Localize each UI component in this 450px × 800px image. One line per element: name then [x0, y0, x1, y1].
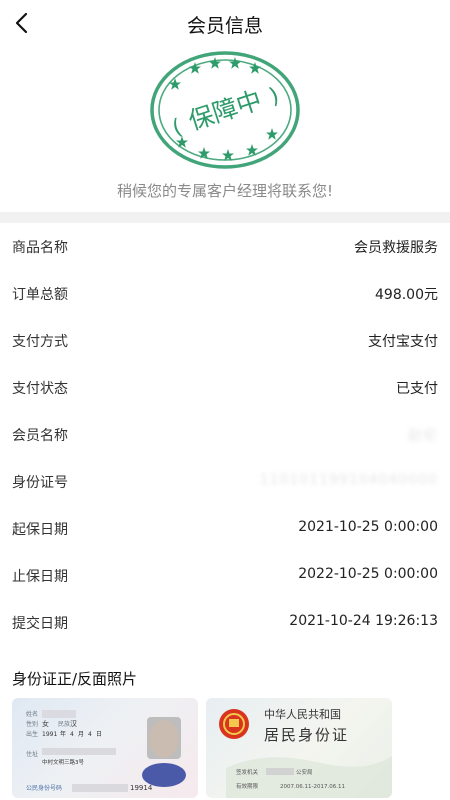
detail-row-end-date: 止保日期 2022-10-25 0:00:00	[0, 552, 450, 599]
svg-text:19914: 19914	[130, 784, 153, 792]
stamp-text: 保障中	[185, 85, 265, 136]
detail-row-payment-method: 支付方式 支付宝支付	[0, 317, 450, 364]
id-card-front-photo[interactable]: 姓名 性别 出生 住址 民族 公民身份号码 女 汉 1991 年 4 月 4 日…	[12, 698, 198, 798]
detail-value: 2021-10-24 19:26:13	[289, 613, 438, 629]
svg-text:1991: 1991	[42, 731, 57, 738]
svg-text:性别: 性别	[26, 720, 38, 728]
svg-text:(: (	[169, 115, 185, 141]
detail-row-start-date: 起保日期 2021-10-25 0:00:00	[0, 505, 450, 552]
svg-text:日: 日	[96, 731, 102, 738]
guarantee-stamp: 保障中 ( )	[148, 48, 302, 172]
detail-value: 2021-10-25 0:00:00	[298, 519, 438, 535]
page-title: 会员信息	[186, 15, 263, 37]
svg-text:汉: 汉	[70, 720, 77, 728]
detail-label: 支付状态	[12, 381, 68, 397]
detail-label: 身份证号	[12, 475, 68, 491]
detail-row-id-number: 身份证号 110101199104040000	[0, 458, 450, 505]
id-card-back-photo[interactable]: 中华人民共和国 居民身份证 签发机关 公安局 有效期限 2007.06.11-2…	[206, 698, 392, 798]
detail-label: 订单总额	[12, 287, 68, 303]
detail-row-total: 订单总额 498.00元	[0, 270, 450, 317]
detail-value: 已支付	[396, 381, 438, 397]
svg-text:4: 4	[88, 731, 92, 738]
svg-text:年: 年	[60, 730, 66, 738]
svg-text:月: 月	[78, 731, 84, 738]
svg-text:中村文明三路3号: 中村文明三路3号	[42, 758, 84, 766]
detail-value-masked: 110101199104040000	[259, 472, 438, 488]
detail-row-member-name: 会员名称 赵伦	[0, 411, 450, 458]
manager-contact-notice: 稍候您的专属客户经理将联系您!	[116, 182, 333, 200]
detail-row-payment-status: 支付状态 已支付	[0, 364, 450, 411]
id-photos-title: 身份证正/反面照片	[12, 670, 138, 688]
detail-label: 会员名称	[12, 428, 68, 444]
detail-row-product: 商品名称 会员救援服务	[0, 223, 450, 270]
svg-text:签发机关: 签发机关	[236, 768, 259, 776]
id-card-front-graphic: 姓名 性别 出生 住址 民族 公民身份号码 女 汉 1991 年 4 月 4 日…	[26, 710, 186, 792]
detail-value: 会员救援服务	[354, 240, 438, 256]
svg-text:公安局: 公安局	[296, 768, 313, 776]
detail-label: 止保日期	[12, 569, 68, 585]
detail-value: 498.00元	[375, 287, 438, 303]
section-separator	[0, 212, 450, 223]
svg-text:出生: 出生	[26, 730, 38, 738]
svg-text:中华人民共和国: 中华人民共和国	[264, 707, 341, 721]
detail-value: 2022-10-25 0:00:00	[298, 566, 438, 582]
detail-value: 支付宝支付	[368, 334, 438, 350]
svg-text:民族: 民族	[58, 720, 70, 728]
id-card-back-graphic: 中华人民共和国 居民身份证 签发机关 公安局 有效期限 2007.06.11-2…	[219, 707, 392, 798]
svg-text:女: 女	[42, 719, 49, 728]
detail-label: 商品名称	[12, 240, 68, 256]
detail-label: 支付方式	[12, 334, 68, 350]
svg-text:公民身份号码: 公民身份号码	[26, 784, 62, 792]
svg-text:姓名: 姓名	[26, 710, 38, 718]
order-detail-list: 商品名称 会员救援服务 订单总额 498.00元 支付方式 支付宝支付 支付状态…	[0, 223, 450, 646]
svg-text:2007.06.11-2017.06.11: 2007.06.11-2017.06.11	[280, 784, 345, 790]
svg-text:有效期限: 有效期限	[236, 782, 259, 790]
top-bar: 会员信息	[0, 0, 450, 46]
svg-text:居民身份证: 居民身份证	[264, 726, 349, 744]
detail-label: 起保日期	[12, 522, 68, 538]
detail-label: 提交日期	[12, 616, 68, 632]
detail-value-masked: 赵伦	[408, 428, 438, 444]
svg-text:): )	[266, 83, 282, 109]
detail-row-submit-date: 提交日期 2021-10-24 19:26:13	[0, 599, 450, 646]
stamp-graphic: 保障中 ( )	[150, 51, 300, 169]
svg-text:4: 4	[70, 731, 74, 738]
svg-text:住址: 住址	[26, 750, 38, 758]
